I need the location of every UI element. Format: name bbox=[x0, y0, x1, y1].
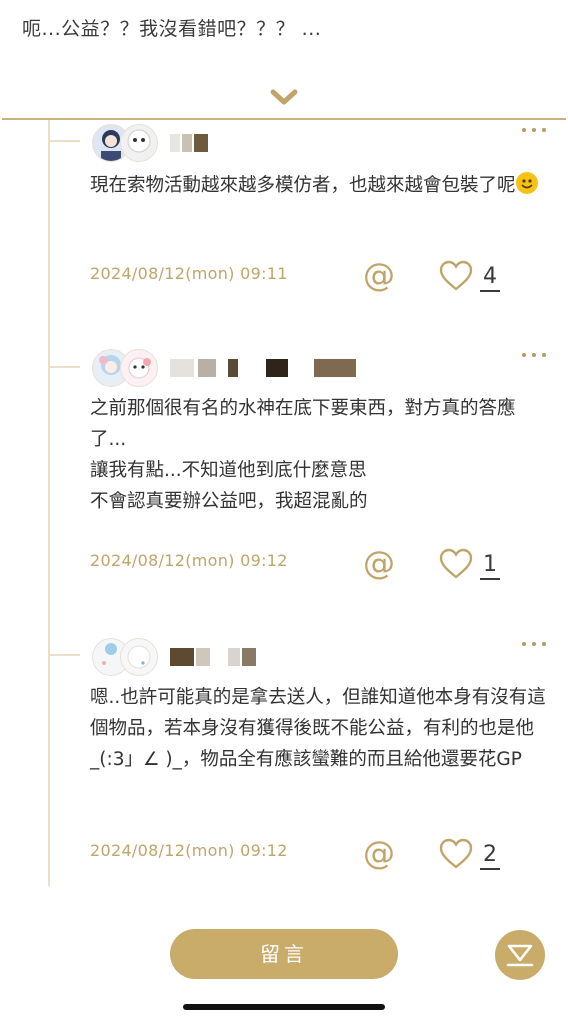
jump-to-bottom-button[interactable] bbox=[495, 930, 545, 980]
more-options-icon[interactable] bbox=[520, 124, 550, 136]
mention-icon[interactable]: @ bbox=[362, 258, 396, 292]
avatar[interactable] bbox=[120, 638, 158, 676]
like-count[interactable]: 1 bbox=[480, 552, 500, 580]
heart-icon[interactable] bbox=[438, 260, 474, 292]
more-options-icon[interactable] bbox=[520, 638, 550, 650]
thread-branch bbox=[48, 654, 80, 656]
like-count[interactable]: 2 bbox=[480, 842, 500, 870]
avatar[interactable] bbox=[120, 349, 158, 387]
comment-timestamp: 2024/08/12(mon) 09:11 bbox=[90, 264, 288, 283]
thread-line bbox=[48, 120, 50, 886]
comment-timestamp: 2024/08/12(mon) 09:12 bbox=[90, 841, 288, 860]
more-options-icon[interactable] bbox=[520, 349, 550, 361]
comment-timestamp: 2024/08/12(mon) 09:12 bbox=[90, 551, 288, 570]
heart-icon[interactable] bbox=[438, 548, 474, 580]
divider bbox=[2, 118, 566, 120]
avatar[interactable] bbox=[120, 124, 158, 162]
avatar-group[interactable] bbox=[92, 638, 162, 676]
username-redacted[interactable] bbox=[170, 134, 212, 152]
comment-text: 現在索物活動越來越多模仿者，也越來越會包裝了呢 bbox=[90, 170, 550, 201]
username-redacted[interactable] bbox=[170, 648, 270, 666]
smiling-face-icon bbox=[515, 172, 538, 194]
avatar-group[interactable] bbox=[92, 349, 162, 387]
mention-icon[interactable]: @ bbox=[362, 836, 396, 870]
username-redacted[interactable] bbox=[170, 359, 360, 377]
home-indicator[interactable] bbox=[183, 1004, 385, 1010]
chevron-down-icon[interactable] bbox=[268, 86, 300, 108]
like-count[interactable]: 4 bbox=[480, 264, 500, 292]
comment-text: 之前那個很有名的水神在底下要東西，對方真的答應了... 讓我有點...不知道他到… bbox=[90, 398, 516, 512]
comment-text: 嗯..也許可能真的是拿去送人，但誰知道他本身有沒有這個物品，若本身沒有獲得後既不… bbox=[90, 687, 546, 770]
avatar-group[interactable] bbox=[92, 124, 162, 162]
mention-icon[interactable]: @ bbox=[362, 546, 396, 580]
jump-to-bottom-icon bbox=[506, 944, 534, 967]
thread-branch bbox=[48, 366, 80, 368]
heart-icon[interactable] bbox=[438, 838, 474, 870]
reply-button[interactable]: 留言 bbox=[170, 929, 398, 979]
thread-branch bbox=[48, 140, 80, 142]
post-excerpt[interactable]: 呃...公益？？我沒看錯吧？？？ ... bbox=[22, 14, 542, 41]
